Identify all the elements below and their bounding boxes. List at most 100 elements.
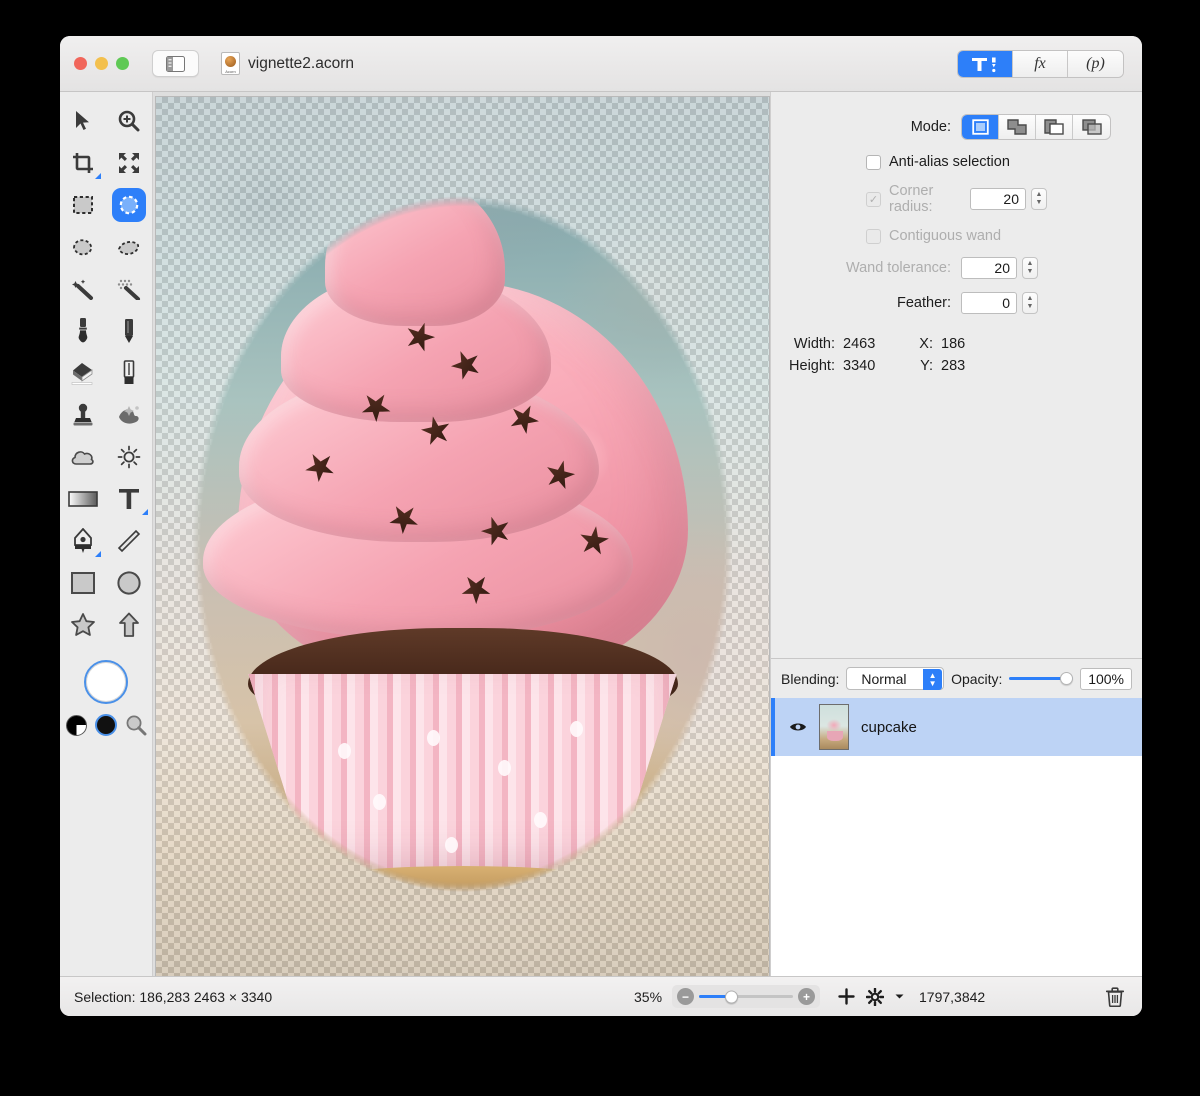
selection-mode-group: [961, 114, 1111, 140]
blur-tool[interactable]: [60, 436, 106, 478]
half-circle-icon[interactable]: [65, 714, 87, 736]
intersect-selection-mode[interactable]: [1073, 115, 1110, 139]
arrow-shape-tool[interactable]: [106, 604, 153, 646]
zoom-out-icon[interactable]: −: [677, 988, 694, 1005]
width-value: 2463: [843, 336, 876, 352]
instant-alpha-icon: [118, 279, 141, 300]
black-circle-icon[interactable]: [94, 714, 117, 736]
layer-name[interactable]: cupcake: [861, 719, 917, 736]
line-tool[interactable]: [106, 520, 153, 562]
wand-tolerance-row: Wand tolerance: 20 ▲ ▼: [771, 257, 1126, 279]
tab-tools[interactable]: [958, 51, 1013, 77]
star-icon: [70, 613, 95, 636]
crop-tool[interactable]: [60, 142, 106, 184]
sun-dodge-icon: [117, 445, 141, 469]
wand-tolerance-stepper[interactable]: ▲ ▼: [1022, 257, 1038, 279]
instant-alpha-tool[interactable]: [106, 268, 153, 310]
feather-field[interactable]: 0: [961, 292, 1017, 314]
image-canvas[interactable]: [155, 96, 770, 992]
transform-tool[interactable]: [106, 142, 153, 184]
bezier-pen-tool[interactable]: [60, 520, 106, 562]
layer-row[interactable]: cupcake: [771, 698, 1142, 756]
minimize-button[interactable]: [95, 57, 108, 70]
elliptical-select-tool[interactable]: [106, 184, 153, 226]
foreground-color-well[interactable]: [84, 660, 128, 704]
pencil-tool[interactable]: [106, 310, 153, 352]
pen-nib-icon: [73, 528, 92, 553]
chevron-down-icon[interactable]: [895, 993, 904, 1000]
new-selection-mode[interactable]: [962, 115, 999, 139]
clone-stamp-tool[interactable]: [60, 394, 106, 436]
tool-row: [60, 520, 153, 562]
height-row: Height: 3340 Y: 283: [771, 358, 1126, 374]
text-tool[interactable]: [106, 478, 153, 520]
cloud-blur-icon: [71, 451, 94, 465]
blending-mode-select[interactable]: Normal ▲ ▼: [846, 667, 945, 690]
contiguous-wand-checkbox[interactable]: [866, 228, 881, 244]
tab-presets[interactable]: (p): [1068, 51, 1123, 77]
corner-radius-checkbox[interactable]: ✓: [866, 191, 881, 207]
plus-icon[interactable]: [838, 988, 855, 1005]
chevron-updown-icon[interactable]: ▲ ▼: [923, 669, 943, 690]
canvas-area[interactable]: [153, 92, 770, 992]
eraser-tool[interactable]: [60, 352, 106, 394]
lasso-tool[interactable]: [60, 226, 106, 268]
lasso-icon: [72, 239, 92, 256]
opacity-slider[interactable]: [1009, 672, 1074, 686]
zoom-slider-control[interactable]: − +: [672, 985, 820, 1008]
ellipse-shape-tool[interactable]: [106, 562, 153, 604]
width-label: Width:: [793, 336, 835, 352]
marker-tool[interactable]: [106, 352, 153, 394]
gear-icon[interactable]: [866, 987, 884, 1006]
antialias-checkbox[interactable]: [866, 154, 881, 170]
zoom-tool[interactable]: [106, 100, 153, 142]
tool-submenu-indicator[interactable]: [141, 509, 148, 515]
height-label: Height:: [789, 358, 835, 374]
tool-row: [60, 142, 153, 184]
close-button[interactable]: [74, 57, 87, 70]
magic-wand-tool[interactable]: [60, 268, 106, 310]
sidebar-toggle-button[interactable]: [152, 50, 199, 77]
rectangular-select-tool[interactable]: [60, 184, 106, 226]
zoom-track[interactable]: [699, 990, 793, 1003]
tool-submenu-indicator[interactable]: [95, 551, 101, 557]
add-selection-mode[interactable]: [999, 115, 1036, 139]
antialias-row: Anti-alias selection: [771, 154, 1126, 170]
selection-new-icon: [971, 119, 989, 135]
polygon-lasso-tool[interactable]: [106, 226, 153, 268]
blending-mode-value: Normal: [861, 670, 907, 687]
tool-row: [60, 562, 153, 604]
gradient-tool[interactable]: [60, 478, 106, 520]
feather-stepper[interactable]: ▲ ▼: [1022, 292, 1038, 314]
text-t-icon: [119, 489, 140, 509]
opacity-knob[interactable]: [1060, 672, 1074, 685]
zoom-in-icon[interactable]: +: [798, 988, 815, 1005]
tool-row: [60, 394, 153, 436]
zoom-button[interactable]: [116, 57, 129, 70]
magnifier-icon[interactable]: [125, 714, 147, 736]
corner-radius-stepper[interactable]: ▲ ▼: [1031, 188, 1047, 210]
corner-radius-field[interactable]: 20: [970, 188, 1026, 210]
wand-tolerance-field[interactable]: 20: [961, 257, 1017, 279]
opacity-field[interactable]: 100%: [1080, 667, 1132, 690]
layers-list[interactable]: cupcake: [771, 698, 1142, 976]
move-tool[interactable]: [60, 100, 106, 142]
rectangle-shape-tool[interactable]: [60, 562, 106, 604]
tab-filters[interactable]: fx: [1013, 51, 1068, 77]
tools-icon: [972, 57, 996, 72]
cursor-coordinates: 1797,3842: [919, 988, 986, 1005]
dodge-tool[interactable]: [106, 436, 153, 478]
pencil-icon: [125, 319, 134, 343]
document-title-group: Acorn vignette2.acorn: [221, 52, 354, 75]
trash-icon[interactable]: [1106, 986, 1124, 1007]
marker-icon: [123, 360, 135, 384]
liner-dot: [373, 794, 387, 811]
zoom-knob[interactable]: [725, 990, 739, 1003]
smudge-tool[interactable]: [106, 394, 153, 436]
star-shape-tool[interactable]: [60, 604, 106, 646]
subtract-selection-mode[interactable]: [1036, 115, 1073, 139]
tool-submenu-indicator[interactable]: [95, 173, 101, 179]
layer-visibility-toggle[interactable]: [789, 721, 807, 733]
brush-tool[interactable]: [60, 310, 106, 352]
antialias-label: Anti-alias selection: [889, 154, 1010, 170]
